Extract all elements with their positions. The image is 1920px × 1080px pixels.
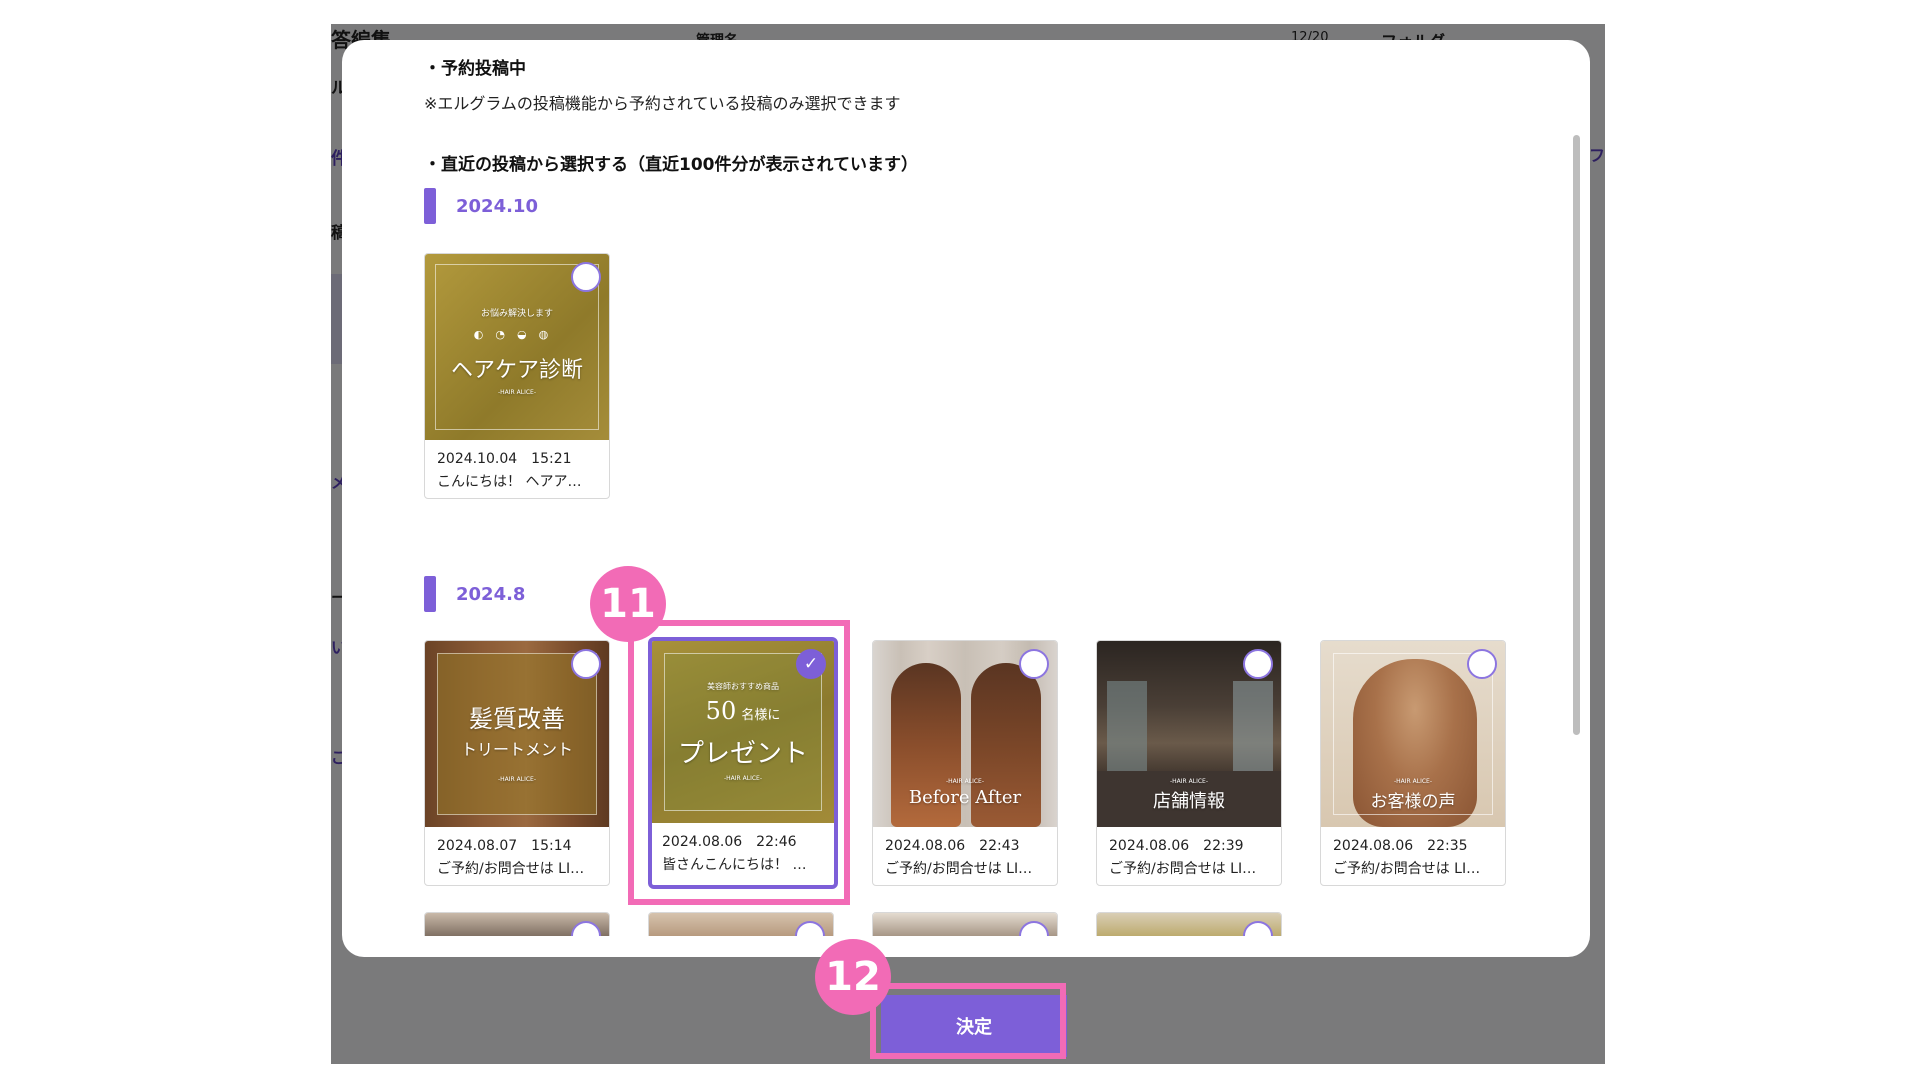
select-radio[interactable] xyxy=(571,262,601,292)
post-card-partial[interactable] xyxy=(648,912,834,936)
month-heading: 2024.8 xyxy=(424,576,525,612)
hair-care-icons: ◐◔◒◍ xyxy=(473,328,561,341)
post-caption: ご予約/お問合せは LI… xyxy=(1333,861,1481,877)
month-heading: 2024.10 xyxy=(424,188,538,224)
thumb-title: 店舗情報 xyxy=(1153,791,1225,812)
thumb-brand: -HAIR ALICE- xyxy=(498,776,536,783)
month-marker xyxy=(424,188,436,224)
post-card-partial[interactable] xyxy=(1096,912,1282,936)
thumb-title: Before After xyxy=(908,787,1022,808)
thumb-brand: -HAIR ALICE- xyxy=(1170,778,1208,785)
post-card[interactable]: -HAIR ALICE- お客様の声 2024.08.06 22:35 ご予約/… xyxy=(1320,640,1506,886)
post-date: 2024.08.06 22:43 xyxy=(885,838,1020,854)
post-card[interactable]: -HAIR ALICE- Before After 2024.08.06 22:… xyxy=(872,640,1058,886)
post-caption: こんにちは！ ヘアア… xyxy=(437,474,582,490)
thumb-subtitle: トリートメント xyxy=(460,740,573,759)
select-radio[interactable] xyxy=(571,649,601,679)
post-caption: ご予約/お問合せは LI… xyxy=(437,861,585,877)
thumb-title: お客様の声 xyxy=(1370,792,1456,812)
modal-scrollbar[interactable] xyxy=(1573,135,1580,735)
month-label: 2024.10 xyxy=(456,195,538,217)
thumb-brand: -HAIR ALICE- xyxy=(946,778,984,785)
post-card[interactable]: -HAIR ALICE- 店舗情報 2024.08.06 22:39 ご予約/お… xyxy=(1096,640,1282,886)
thumb-small-text: お悩み解決します xyxy=(480,309,553,319)
post-caption: ご予約/お問合せは LI… xyxy=(1109,861,1257,877)
thumb-brand: -HAIR ALICE- xyxy=(498,389,536,396)
post-date: 2024.08.06 22:35 xyxy=(1333,838,1468,854)
recent-heading: ・直近の投稿から選択する（直近100件分が表示されています） xyxy=(424,155,918,175)
post-date: 2024.08.07 15:14 xyxy=(437,838,572,854)
month-marker xyxy=(424,576,436,612)
select-radio[interactable] xyxy=(1467,649,1497,679)
post-date: 2024.08.06 22:39 xyxy=(1109,838,1244,854)
highlight-box-11 xyxy=(628,620,850,905)
select-radio[interactable] xyxy=(1019,649,1049,679)
post-caption: ご予約/お問合せは LI… xyxy=(885,861,1033,877)
step-badge-12: 12 xyxy=(815,939,891,1015)
thumb-title: 髪質改善 xyxy=(469,705,565,733)
thumb-title: ヘアケア診断 xyxy=(450,358,583,383)
modal-scroll-area[interactable]: ・予約投稿中 ※エルグラムの投稿機能から予約されている投稿のみ選択できます ・直… xyxy=(342,40,1590,936)
step-badge-11: 11 xyxy=(590,566,666,642)
select-radio[interactable] xyxy=(1243,649,1273,679)
month-label: 2024.8 xyxy=(456,583,526,605)
scheduled-note: ※エルグラムの投稿機能から予約されている投稿のみ選択できます xyxy=(424,94,901,113)
scheduled-heading: ・予約投稿中 xyxy=(424,59,526,79)
post-card[interactable]: 髪質改善 トリートメント -HAIR ALICE- 2024.08.07 15:… xyxy=(424,640,610,886)
post-select-modal: ・予約投稿中 ※エルグラムの投稿機能から予約されている投稿のみ選択できます ・直… xyxy=(342,40,1590,957)
post-card[interactable]: お悩み解決します ◐◔◒◍ ヘアケア診断 -HAIR ALICE- 2024.1… xyxy=(424,253,610,499)
post-card-partial[interactable] xyxy=(424,912,610,936)
post-date: 2024.10.04 15:21 xyxy=(437,451,572,467)
highlight-box-12 xyxy=(870,983,1066,1059)
post-card-partial[interactable] xyxy=(872,912,1058,936)
thumb-brand: -HAIR ALICE- xyxy=(1394,778,1432,785)
